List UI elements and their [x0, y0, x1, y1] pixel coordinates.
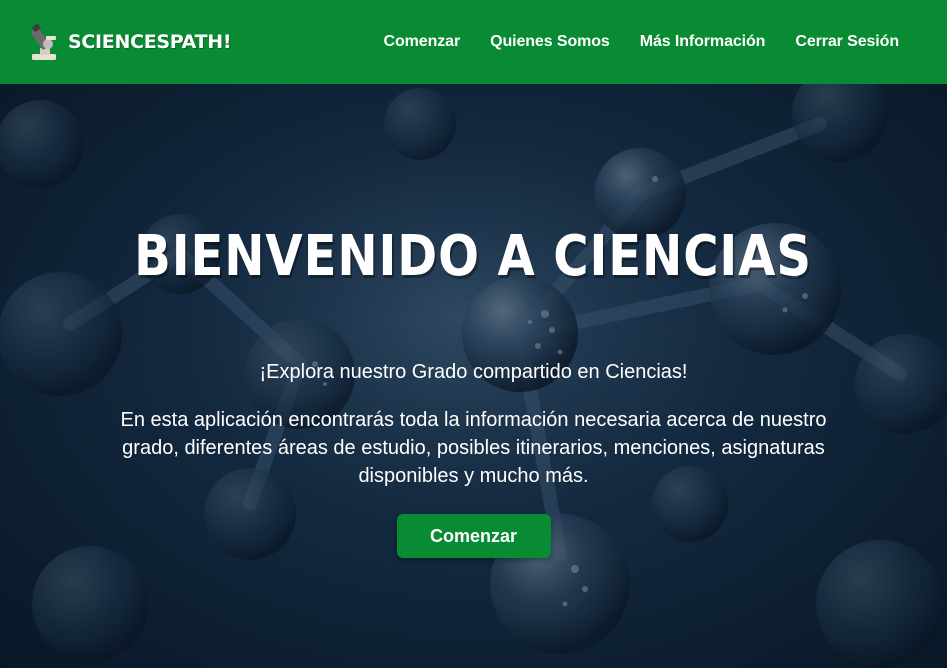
nav-link-quienes-somos[interactable]: Quienes Somos — [475, 33, 625, 51]
hero-title: BIENVENIDO A CIENCIAS — [134, 224, 813, 289]
microscope-icon — [31, 23, 56, 60]
hero-description: En esta aplicación encontrarás toda la i… — [120, 409, 827, 487]
nav-link-mas-informacion[interactable]: Más Información — [625, 33, 781, 51]
brand-logo[interactable]: SCIENCESPATH! — [26, 22, 232, 62]
main-nav: Comenzar Quienes Somos Más Información C… — [369, 33, 921, 51]
comenzar-button[interactable]: Comenzar — [396, 514, 551, 558]
hero-section: BIENVENIDO A CIENCIAS ¡Explora nuestro G… — [0, 84, 947, 668]
top-navbar: SCIENCESPATH! Comenzar Quienes Somos Más… — [0, 0, 947, 84]
brand-name: SCIENCESPATH! — [68, 31, 232, 53]
hero-content: BIENVENIDO A CIENCIAS ¡Explora nuestro G… — [0, 84, 947, 668]
hero-subtitle: ¡Explora nuestro Grado compartido en Cie… — [259, 361, 688, 383]
nav-link-comenzar[interactable]: Comenzar — [369, 33, 476, 51]
nav-link-cerrar-sesion[interactable]: Cerrar Sesión — [780, 33, 921, 51]
